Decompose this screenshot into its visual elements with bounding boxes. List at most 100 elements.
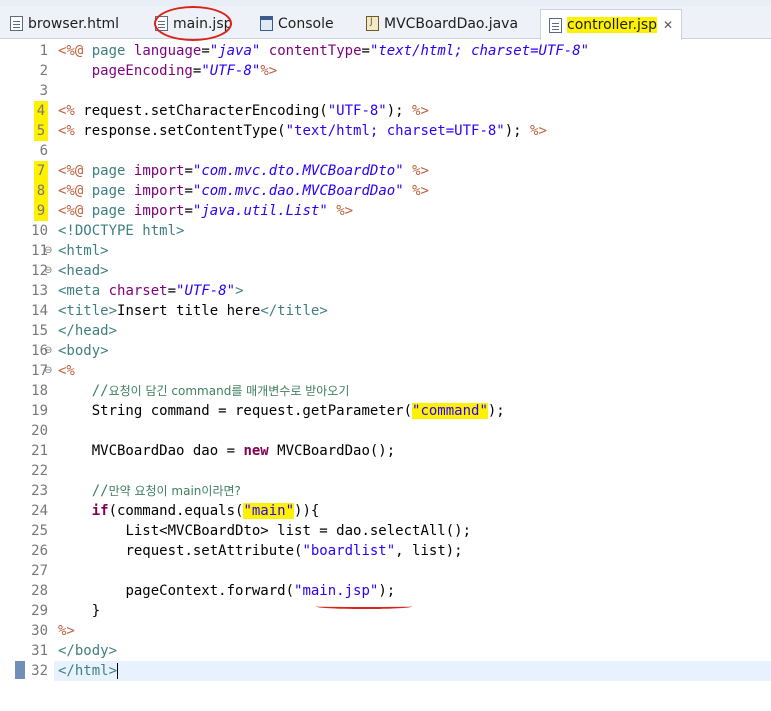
- tab-console[interactable]: Console: [260, 9, 334, 38]
- code-line: if(command.equals("main")){: [58, 501, 319, 521]
- code-line: <% response.setContentType("text/html; c…: [58, 121, 547, 141]
- java-file-icon: [366, 16, 379, 31]
- code-line: //요청이 담긴 command를 매개변수로 받아오기: [58, 381, 350, 401]
- line-number: 19: [31, 403, 48, 419]
- token: page: [91, 163, 126, 179]
- token: 를 매개변수로 받아오기: [231, 384, 350, 398]
- token: <head>: [58, 263, 109, 279]
- line-number: 21: [31, 443, 48, 459]
- token: "boardlist": [302, 543, 396, 559]
- token: "java": [209, 43, 261, 59]
- line-number: 5: [34, 121, 48, 141]
- line-number: 3: [39, 83, 48, 99]
- line-number: 30: [31, 623, 48, 639]
- token: if: [91, 503, 109, 519]
- token: //: [91, 483, 109, 499]
- token: import: [133, 163, 185, 179]
- annotation-underline: [316, 604, 412, 609]
- line-number-gutter: 1 2 3 4 5 6 7 8 9 10 11 ⊖ 12 ⊖ 13 14 15 16 ⊖ 17 ⊖ 18 19 20 21 22 2…: [0, 39, 54, 711]
- code-line: <%: [58, 361, 75, 381]
- line-number: 26: [31, 543, 48, 559]
- line-number: 25: [31, 523, 48, 539]
- token: new: [243, 443, 269, 459]
- token: <body>: [58, 343, 109, 359]
- editor-tab-bar: browser.html main.jsp Console MVCBoardDa…: [0, 6, 771, 40]
- token: page: [91, 43, 126, 59]
- line-number: 12: [31, 263, 48, 279]
- token: charset: [108, 283, 168, 299]
- line-number: 28: [31, 583, 48, 599]
- token: "main": [243, 503, 295, 519]
- line-number: 23: [31, 483, 48, 499]
- token: <%@: [58, 183, 84, 199]
- code-editor[interactable]: 1 2 3 4 5 6 7 8 9 10 11 ⊖ 12 ⊖ 13 14 15 16 ⊖ 17 ⊖ 18 19 20 21 22 2…: [0, 39, 771, 711]
- token: );: [378, 583, 396, 599]
- line-number: 18: [31, 383, 48, 399]
- token: main: [171, 484, 202, 498]
- text-cursor: [117, 663, 119, 679]
- code-line: <head>: [58, 261, 109, 281]
- token: >: [176, 223, 185, 239]
- code-line: <% request.setCharacterEncoding("UTF-8")…: [58, 101, 429, 121]
- tab-label: Console: [278, 15, 334, 32]
- token: <%@: [58, 163, 84, 179]
- token: response.setContentType(: [83, 123, 286, 139]
- token: %>: [412, 103, 429, 119]
- token: <html>: [58, 243, 109, 259]
- token: %>: [412, 183, 429, 199]
- code-line: %>: [58, 621, 75, 641]
- token: 요청이 담긴: [108, 384, 172, 398]
- current-code-line: </html>: [54, 661, 771, 681]
- token: 이라면?: [201, 484, 241, 498]
- line-number: 1: [39, 43, 48, 59]
- code-line: <meta charset="UTF-8">: [58, 283, 244, 299]
- token: request.setCharacterEncoding(: [83, 103, 328, 119]
- token: </html>: [58, 663, 118, 679]
- token: //: [91, 383, 109, 399]
- token: page: [91, 183, 126, 199]
- line-number: 31: [31, 643, 48, 659]
- token: html: [142, 223, 177, 239]
- close-icon[interactable]: ✕: [663, 18, 673, 32]
- token: <title>: [58, 303, 118, 319]
- token: );: [386, 103, 404, 119]
- line-number: 8: [34, 181, 48, 201]
- token: %>: [336, 203, 354, 219]
- code-line: <title>Insert title here</title>: [58, 301, 328, 321]
- token: Insert title here: [117, 303, 261, 319]
- line-number: 14: [31, 303, 48, 319]
- line-number: 15: [31, 323, 48, 339]
- token: )){: [294, 503, 320, 519]
- fold-icon[interactable]: ⊖: [44, 261, 52, 281]
- console-icon: [260, 16, 273, 31]
- token: >: [235, 283, 244, 299]
- token: <%@: [58, 203, 84, 219]
- token: "text/html; charset=UTF-8": [285, 123, 505, 139]
- fold-icon[interactable]: ⊖: [44, 361, 52, 381]
- code-line: MVCBoardDao dao = new MVCBoardDao();: [58, 441, 395, 461]
- token: import: [133, 183, 185, 199]
- tab-mvcboarddao-java[interactable]: MVCBoardDao.java: [366, 9, 518, 38]
- fold-icon[interactable]: ⊖: [44, 241, 52, 261]
- code-line: pageEncoding="UTF-8"%>: [91, 63, 278, 79]
- token: "UTF-8": [201, 63, 261, 79]
- token: pageEncoding: [91, 63, 193, 79]
- token: <%: [58, 363, 75, 379]
- line-number: 13: [31, 283, 48, 299]
- code-line: }: [58, 601, 100, 621]
- token: </head>: [58, 323, 118, 339]
- fold-icon[interactable]: ⊖: [44, 341, 52, 361]
- token: pageContext.forward(: [125, 583, 295, 599]
- tab-controller-jsp[interactable]: controller.jsp ✕: [540, 9, 683, 40]
- code-line: <%@ page language="java" contentType="te…: [58, 43, 590, 59]
- token: <%: [58, 123, 75, 139]
- code-line: <!DOCTYPE html>: [58, 221, 184, 241]
- token: import: [133, 203, 185, 219]
- token: String command = request.getParameter(: [91, 403, 413, 419]
- tab-label: MVCBoardDao.java: [384, 15, 519, 32]
- token: "UTF-8": [176, 283, 236, 299]
- jsp-file-icon: [549, 17, 562, 33]
- code-line: String command = request.getParameter("c…: [58, 401, 505, 421]
- tab-browser-html[interactable]: browser.html: [10, 9, 119, 38]
- line-number: 24: [31, 503, 48, 519]
